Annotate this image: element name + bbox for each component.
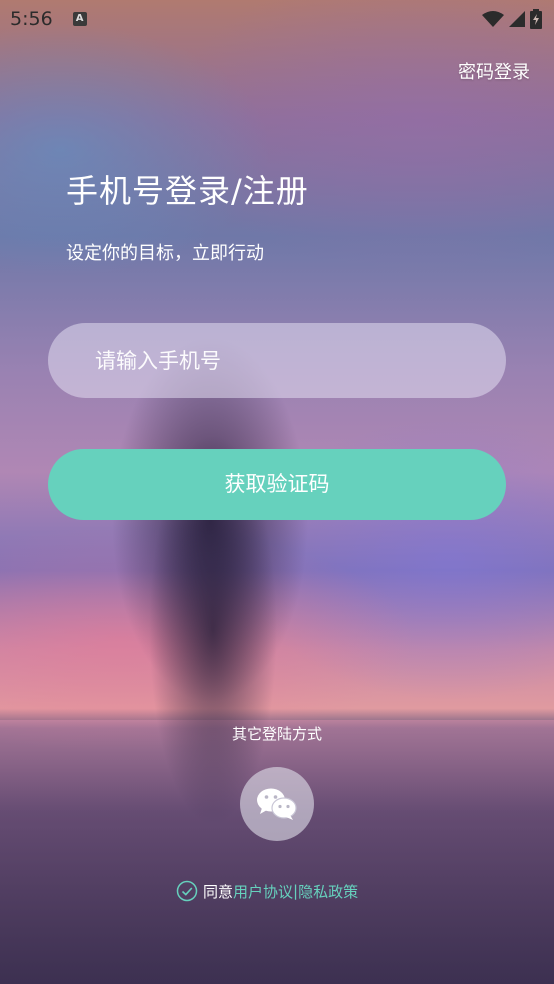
wechat-icon xyxy=(257,788,297,820)
wifi-icon xyxy=(482,11,504,27)
status-icons xyxy=(482,9,542,29)
privacy-policy-link[interactable]: 隐私政策 xyxy=(298,881,358,902)
page-subtitle: 设定你的目标，立即行动 xyxy=(66,243,264,264)
signal-icon xyxy=(509,11,525,27)
check-circle-icon[interactable] xyxy=(176,880,198,902)
status-bar: 5:56 A xyxy=(0,0,554,38)
wechat-login-button[interactable] xyxy=(240,767,314,841)
a-icon: A xyxy=(72,12,87,26)
battery-charging-icon xyxy=(530,9,542,29)
status-time: 5:56 xyxy=(10,8,53,30)
other-login-label: 其它登陆方式 xyxy=(231,725,322,743)
get-code-button[interactable]: 获取验证码 xyxy=(48,449,506,520)
phone-input[interactable] xyxy=(48,323,506,398)
agree-prefix: 同意 xyxy=(203,882,234,901)
page-title: 手机号登录/注册 xyxy=(66,172,309,210)
user-agreement-link[interactable]: 用户协议 xyxy=(233,881,293,902)
agreement-row: 同意 用户协议 | 隐私政策 xyxy=(176,880,358,902)
password-login-link[interactable]: 密码登录 xyxy=(458,58,530,84)
